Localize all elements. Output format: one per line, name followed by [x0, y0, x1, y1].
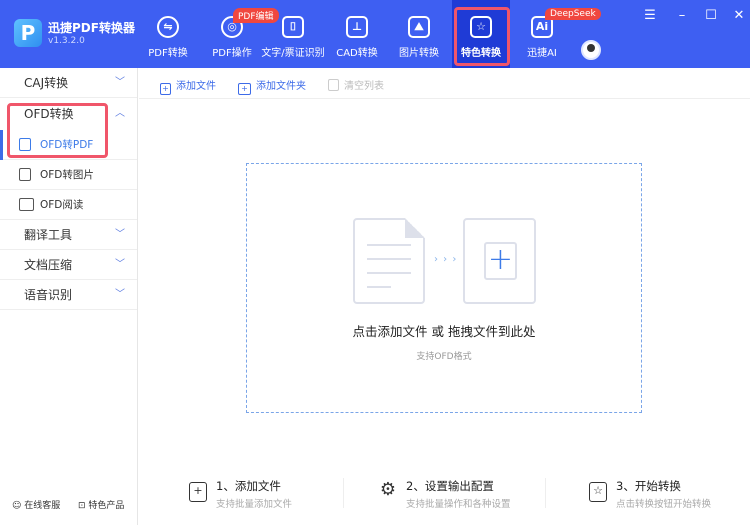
cad-icon: ⊥ [346, 16, 368, 38]
minimize-button[interactable]: – [673, 8, 691, 23]
arrows-icon: › › › [434, 254, 458, 265]
add-folder-label: 添加文件夹 [256, 81, 306, 92]
nav-cad-convert[interactable]: ⊥ CAD转换 [325, 0, 389, 68]
chevron-up-icon: ︿ [115, 108, 125, 119]
step-title: 2、设置输出配置 [406, 479, 494, 493]
step-desc: 支持批量操作和各种设置 [406, 499, 511, 510]
file-drop-zone[interactable]: › › › + 点击添加文件 或 拖拽文件到此处 支持OFD格式 [246, 163, 642, 413]
item-label: OFD转PDF [40, 139, 94, 151]
chevron-down-icon: ﹀ [115, 229, 125, 240]
book-icon [19, 198, 34, 211]
add-file-button[interactable]: + 添加文件 [160, 77, 216, 95]
bookmark-icon: ⊡ [78, 501, 89, 511]
star-convert-icon: ☆ [470, 16, 492, 38]
nav-special-convert[interactable]: ☆ 特色转换 [452, 0, 510, 68]
scan-icon: ⌷ [282, 16, 304, 38]
item-label: OFD阅读 [40, 199, 84, 211]
divider [545, 478, 546, 508]
close-button[interactable]: ✕ [730, 8, 748, 23]
divider [343, 478, 344, 508]
add-folder-button[interactable]: + 添加文件夹 [238, 77, 306, 95]
add-file-label: 添加文件 [176, 81, 216, 92]
user-avatar[interactable] [581, 40, 601, 60]
image-icon: ⛰ [408, 16, 430, 38]
nav-label: 特色转换 [461, 48, 501, 59]
star-convert-icon: ☆ [589, 482, 607, 502]
nav-label: 文字/票证识别 [261, 48, 325, 59]
chevron-down-icon: ﹀ [115, 289, 125, 300]
pdf-file-icon [19, 138, 31, 151]
sidebar-group-speech[interactable]: 语音识别 ﹀ [0, 280, 137, 310]
selected-indicator [0, 130, 3, 160]
nav-label: CAD转换 [336, 48, 378, 59]
drop-title: 点击添加文件 或 拖拽文件到此处 [352, 324, 536, 339]
add-file-icon: + [160, 83, 171, 95]
document-icon [353, 218, 425, 304]
gear-icon: ⚙ [379, 479, 397, 500]
step-title: 1、添加文件 [216, 479, 281, 493]
header: P 迅捷PDF转换器 v1.3.2.0 ⇋ PDF转换 ◎ PDF操作 ⌷ 文字/票证… [0, 0, 750, 68]
trash-icon [328, 79, 339, 91]
nav-label: PDF操作 [212, 48, 252, 59]
sidebar-item-ofd-to-pdf[interactable]: OFD转PDF [0, 130, 137, 160]
nav-pdf-convert[interactable]: ⇋ PDF转换 [136, 0, 200, 68]
add-folder-icon: + [238, 83, 251, 95]
add-file-icon: + [189, 482, 207, 502]
products-label: 特色产品 [88, 501, 125, 511]
drop-subtitle: 支持OFD格式 [416, 352, 472, 362]
app-logo: P [14, 19, 42, 47]
sidebar-group-caj[interactable]: CAJ转换 ﹀ [0, 68, 137, 98]
group-label: CAJ转换 [24, 76, 69, 90]
chevron-down-icon: ﹀ [115, 77, 125, 88]
support-label: 在线客服 [24, 501, 61, 511]
add-file-box[interactable]: + [463, 218, 536, 304]
clear-list-button[interactable]: 清空列表 [328, 77, 384, 92]
app-name: 迅捷PDF转换器 [48, 21, 135, 35]
convert-icon: ⇋ [157, 16, 179, 38]
sidebar-item-ofd-reader[interactable]: OFD阅读 [0, 190, 137, 220]
toolbar: + 添加文件 + 添加文件夹 清空列表 [139, 68, 750, 99]
sidebar-group-translate[interactable]: 翻译工具 ﹀ [0, 220, 137, 250]
special-products-link[interactable]: ⊡ 特色产品 [78, 498, 124, 511]
online-support-link[interactable]: ☺ 在线客服 [12, 498, 60, 511]
app-version: v1.3.2.0 [48, 36, 85, 46]
nav-image-convert[interactable]: ⛰ 图片转换 [387, 0, 451, 68]
item-label: OFD转图片 [40, 169, 94, 181]
group-label: OFD转换 [24, 107, 74, 121]
nav-label: PDF转换 [148, 48, 188, 59]
step-desc: 点击转换按钮开始转换 [616, 499, 712, 510]
group-label: 翻译工具 [24, 228, 73, 242]
sidebar-item-ofd-to-image[interactable]: OFD转图片 [0, 160, 137, 190]
group-label: 文档压缩 [24, 258, 73, 272]
group-label: 语音识别 [24, 288, 73, 302]
maximize-button[interactable]: ☐ [702, 8, 720, 23]
nav-label: 图片转换 [399, 48, 439, 59]
pdf-edit-badge: PDF编辑 [233, 8, 279, 23]
chevron-down-icon: ﹀ [115, 259, 125, 270]
nav-label: 迅捷AI [527, 48, 557, 59]
plus-icon: + [484, 242, 517, 280]
sidebar-group-ofd[interactable]: OFD转换 ︿ [0, 99, 137, 129]
sidebar-group-compress[interactable]: 文档压缩 ﹀ [0, 250, 137, 280]
chat-icon: ☺ [12, 501, 25, 511]
step-desc: 支持批量添加文件 [216, 499, 293, 510]
clear-list-label: 清空列表 [344, 81, 384, 92]
image-icon [19, 168, 31, 181]
menu-icon[interactable]: ☰ [641, 8, 659, 23]
deepseek-badge: DeepSeek [545, 8, 601, 20]
step-title: 3、开始转换 [616, 479, 681, 493]
sidebar: CAJ转换 ﹀ OFD转换 ︿ OFD转PDF OFD转图片 OFD阅读 翻译工具 ﹀… [0, 68, 138, 525]
